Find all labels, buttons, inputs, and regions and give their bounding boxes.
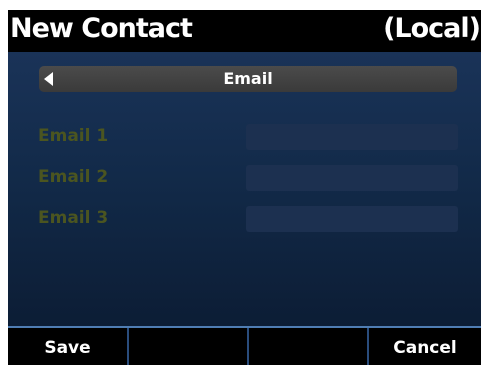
email-1-row: Email 1 (8, 124, 481, 150)
email-3-row: Email 3 (8, 206, 481, 232)
email-1-field[interactable] (246, 124, 458, 150)
softkey-2[interactable] (129, 328, 249, 365)
page-title: New Contact (10, 13, 193, 44)
section-selector[interactable]: Email (39, 66, 457, 92)
softkey-bar: Save Cancel (8, 326, 481, 365)
cancel-softkey[interactable]: Cancel (369, 328, 481, 365)
email-2-label: Email 2 (38, 167, 109, 187)
softkey-3[interactable] (249, 328, 369, 365)
email-2-field[interactable] (246, 165, 458, 191)
phone-screen: New Contact (Local) Email Email 1 Email … (8, 10, 481, 365)
form-area: Email Email 1 Email 2 Email 3 (8, 52, 481, 326)
directory-scope: (Local) (383, 13, 481, 44)
save-softkey[interactable]: Save (8, 328, 129, 365)
section-label: Email (223, 69, 273, 88)
email-3-label: Email 3 (38, 208, 109, 228)
email-3-field[interactable] (246, 206, 458, 232)
email-1-label: Email 1 (38, 126, 109, 146)
title-bar: New Contact (Local) (8, 10, 481, 52)
email-2-row: Email 2 (8, 165, 481, 191)
